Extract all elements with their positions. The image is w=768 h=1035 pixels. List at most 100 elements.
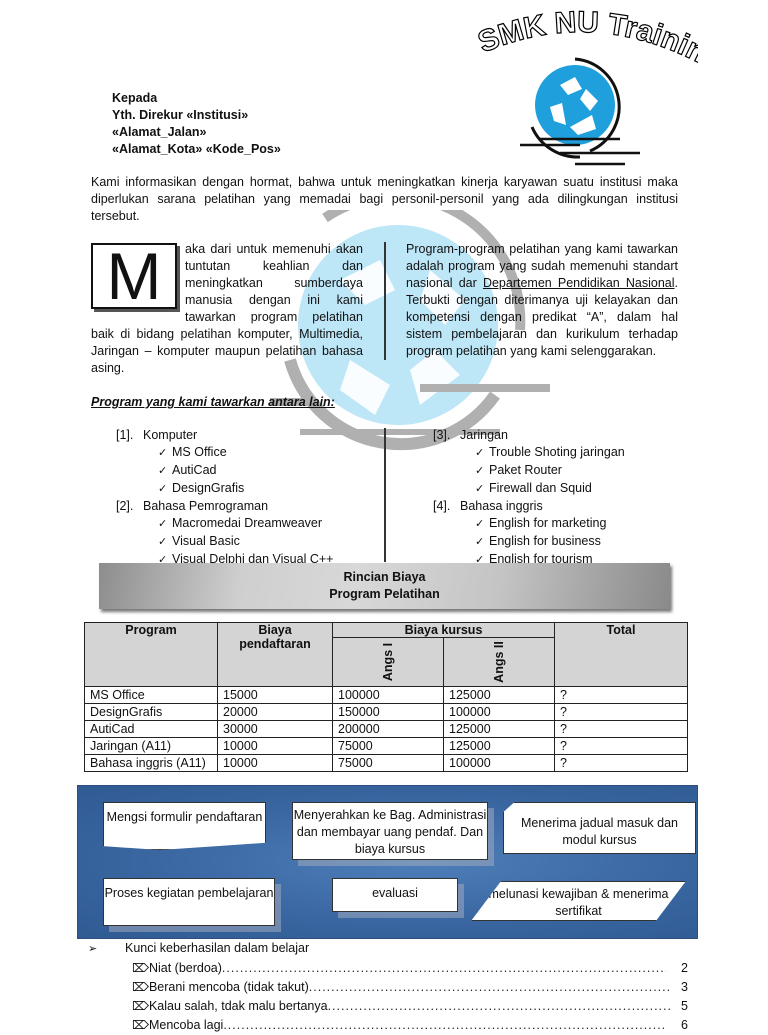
- program-item: ✓ DesignGrafis: [116, 480, 333, 498]
- flow-step-4: Proses kegiatan pembelajaran: [103, 878, 275, 926]
- table-cell: 75000: [332, 737, 444, 755]
- category-name: Bahasa Pemrograman: [143, 499, 269, 513]
- key-item: ⌦ Mencoba lagi...........................…: [88, 1016, 688, 1035]
- category-number: [2].: [116, 499, 134, 513]
- dot-leader: ........................................…: [308, 980, 670, 994]
- category-name: Bahasa inggris: [460, 499, 543, 513]
- table-cell: Jaringan (A11): [84, 737, 218, 755]
- table-cell: 10000: [217, 754, 333, 772]
- program-category: [2]. Bahasa Pemrograman: [116, 498, 333, 515]
- success-keys: ➢ Kunci keberhasilan dalam belajar ⌦ Niat …: [88, 939, 688, 1035]
- table-cell: 150000: [332, 703, 444, 721]
- address-line: «Alamat_Kota» «Kode_Pos»: [112, 142, 281, 156]
- check-icon: ✓: [475, 483, 485, 495]
- checkbox-x-icon: ⌦: [132, 980, 149, 994]
- program-item: ✓ AutiCad: [116, 462, 333, 480]
- key-item-label: Mencoba lagi: [148, 1018, 224, 1032]
- check-icon: ✓: [158, 447, 168, 459]
- key-item: ⌦ Niat (berdoa)..........................…: [88, 959, 688, 978]
- key-item-number: 5: [681, 999, 688, 1013]
- table-cell: 75000: [332, 754, 444, 772]
- table-cell: 100000: [332, 686, 444, 704]
- program-item-label: AutiCad: [172, 463, 217, 477]
- table-row: Bahasa inggris (A11) 10000 75000 100000?: [84, 754, 688, 772]
- key-item-number: 2: [681, 961, 688, 975]
- logo-emblem: [520, 55, 670, 170]
- header-installment-1: Angs I: [332, 637, 444, 687]
- banner-subtitle: Program Pelatihan: [329, 587, 440, 601]
- key-item-label: Niat (berdoa): [148, 961, 222, 975]
- check-icon: ✓: [475, 536, 485, 548]
- check-icon: ✓: [158, 536, 168, 548]
- banner-title: Rincian Biaya: [343, 570, 426, 584]
- program-category: [3]. Jaringan: [433, 427, 625, 444]
- flow-step-label: Menyerahkan ke Bag. Administrasi dan mem…: [293, 808, 487, 856]
- departemen-link[interactable]: Departemen Pendidikan Nasional: [483, 276, 675, 290]
- table-cell: DesignGrafis: [84, 703, 218, 721]
- table-cell: 30000: [217, 720, 333, 738]
- program-category: [1]. Komputer: [116, 427, 333, 444]
- program-list-left: [1]. Komputer ✓ MS Office ✓ AutiCad ✓ DesignGra…: [116, 427, 333, 569]
- program-item: ✓ Trouble Shoting jaringan: [433, 444, 625, 462]
- table-row: DesignGrafis 20000 150000 100000?: [84, 703, 688, 721]
- table-cell: 15000: [217, 686, 333, 704]
- table-cell: ?: [554, 686, 688, 704]
- address-line: Kepada: [112, 91, 158, 105]
- table-cell: 100000: [443, 754, 555, 772]
- program-item: ✓ English for marketing: [433, 515, 625, 533]
- fee-table-body: MS Office 15000 100000 125000? DesignGrafis 2…: [84, 686, 688, 772]
- header-registration: Biaya pendaftaran: [217, 622, 333, 687]
- flow-step-label: Proses kegiatan pembelajaran: [104, 886, 274, 900]
- installment-2-label: Angs II: [491, 641, 506, 683]
- flow-step-label: melunasi kewajiban & menerima sertifikat: [488, 887, 669, 918]
- list-divider: [384, 428, 386, 562]
- program-item: ✓ Visual Basic: [116, 533, 333, 551]
- key-item-label: Kalau salah, tdak malu bertanya: [148, 999, 328, 1013]
- dot-leader: ........................................…: [223, 1018, 666, 1032]
- table-cell: 100000: [443, 703, 555, 721]
- address-line: «Alamat_Jalan»: [112, 125, 207, 139]
- programs-heading: Program yang kami tawarkan antara lain:: [91, 395, 335, 409]
- program-item-label: Firewall dan Squid: [489, 481, 592, 495]
- table-cell: 125000: [443, 686, 555, 704]
- left-column-paragraph: M aka dari untuk memenuhi akan tuntutan …: [91, 241, 363, 377]
- key-item-number: 6: [681, 1018, 688, 1032]
- program-item: ✓ Firewall dan Squid: [433, 480, 625, 498]
- table-cell: ?: [554, 737, 688, 755]
- program-item: ✓ MS Office: [116, 444, 333, 462]
- header-program: Program: [84, 622, 218, 687]
- flow-step-5: evaluasi: [332, 878, 458, 912]
- dot-leader: ........................................…: [221, 961, 666, 975]
- flow-step-label: Menerima jadual masuk dan modul kursus: [520, 816, 679, 847]
- category-number: [1].: [116, 428, 134, 442]
- drop-cap: M: [91, 243, 177, 309]
- check-icon: ✓: [158, 465, 168, 477]
- table-cell: 200000: [332, 720, 444, 738]
- program-item-label: DesignGrafis: [172, 481, 245, 495]
- fee-table: Program Biaya pendaftaran Biaya kursus T…: [84, 622, 688, 772]
- arrow-bullet-icon: ➢: [88, 943, 98, 955]
- program-item-label: MS Office: [172, 445, 227, 459]
- table-cell: MS Office: [84, 686, 218, 704]
- keys-heading: Kunci keberhasilan dalam belajar: [125, 941, 310, 955]
- program-list-right: [3]. Jaringan ✓ Trouble Shoting jaringan ✓ Pa…: [433, 427, 625, 569]
- key-item-label: Berani mencoba (tidak takut): [148, 980, 309, 994]
- key-item: ⌦ Berani mencoba (tidak takut) ..........…: [88, 978, 688, 997]
- flow-step-1: Mengsi formulir pendaftaran: [103, 802, 266, 850]
- key-item-number: 3: [681, 980, 688, 994]
- table-cell: 20000: [217, 703, 333, 721]
- check-icon: ✓: [475, 447, 485, 459]
- program-item: ✓ Paket Router: [433, 462, 625, 480]
- recipient-address: Kepada Yth. Direkur «Institusi» «Alamat_…: [112, 90, 281, 158]
- table-cell: AutiCad: [84, 720, 218, 738]
- check-icon: ✓: [158, 483, 168, 495]
- category-name: Komputer: [143, 428, 198, 442]
- table-cell: 125000: [443, 720, 555, 738]
- flow-step-2: Menyerahkan ke Bag. Administrasi dan mem…: [292, 802, 488, 860]
- table-row: AutiCad 30000 200000 125000?: [84, 720, 688, 738]
- checkbox-x-icon: ⌦: [132, 1018, 149, 1032]
- flow-step-label: evaluasi: [372, 886, 418, 900]
- header-course: Biaya kursus: [332, 622, 555, 638]
- right-column-paragraph: Program-program pelatihan yang kami tawa…: [406, 241, 678, 360]
- column-divider: [384, 242, 386, 360]
